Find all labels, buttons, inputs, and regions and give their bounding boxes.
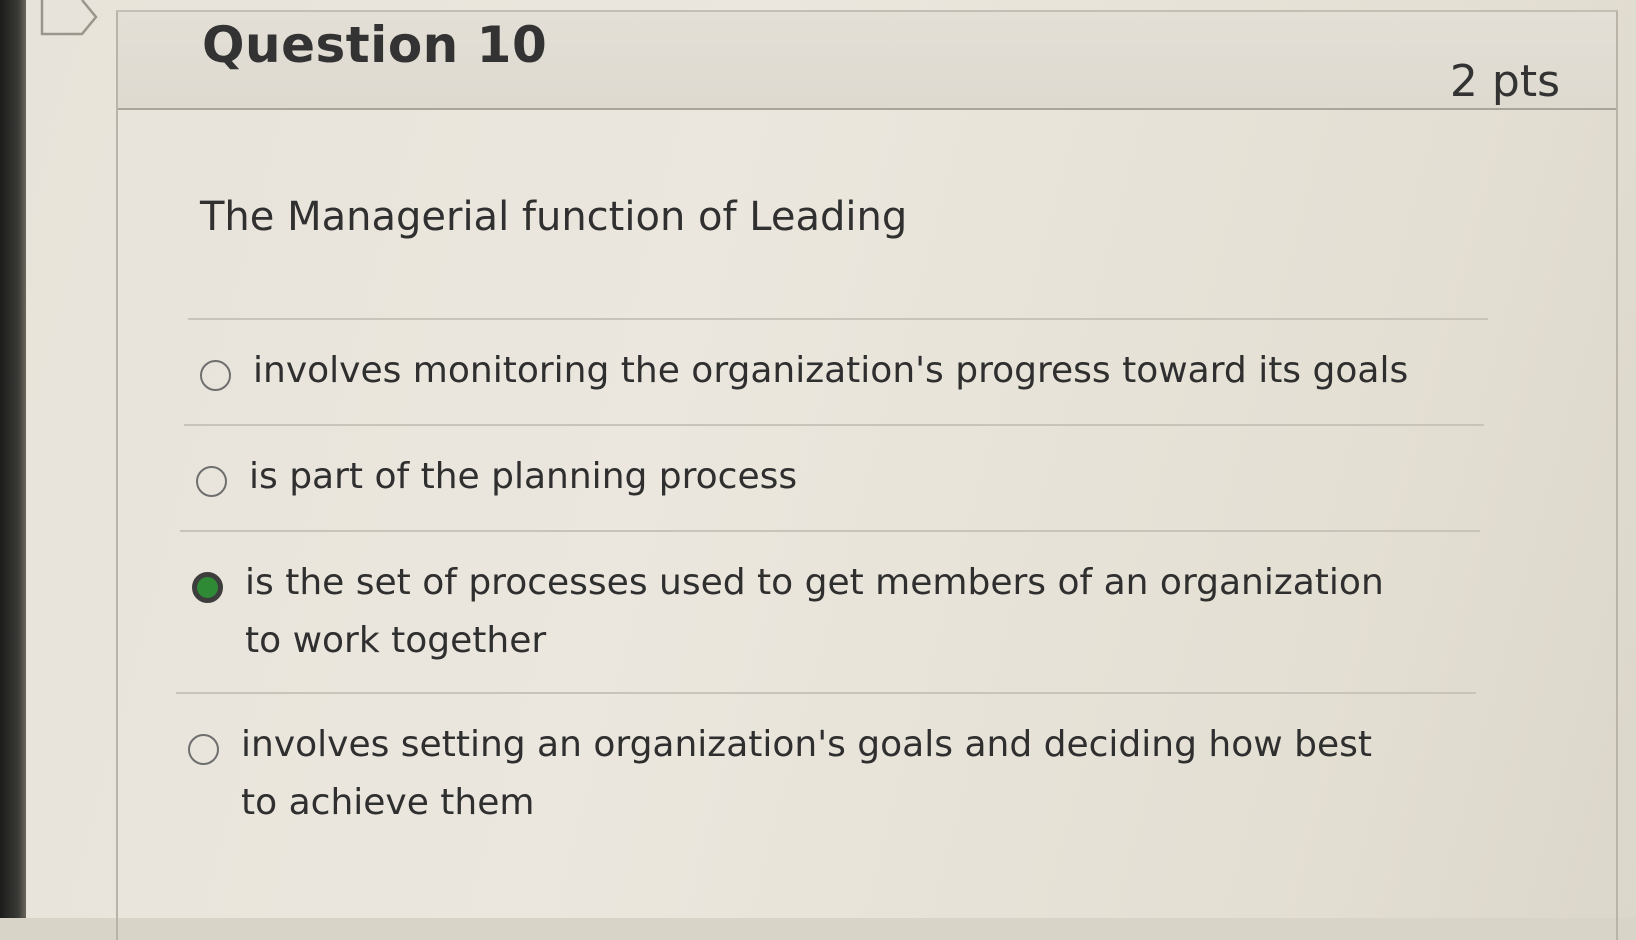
answer-option-3[interactable]: is the set of processes used to get memb… bbox=[192, 562, 1392, 670]
answer-option-2[interactable]: is part of the planning process bbox=[196, 456, 1496, 506]
answer-label: involves setting an organization's goals… bbox=[241, 724, 1372, 823]
answer-option-4[interactable]: involves setting an organization's goals… bbox=[188, 724, 1418, 832]
answer-label: involves monitoring the organization's p… bbox=[253, 350, 1409, 391]
quiz-page: Question 10 2 pts The Managerial functio… bbox=[26, 0, 1636, 940]
question-title: Question 10 bbox=[202, 16, 548, 74]
bookmark-flag-icon[interactable] bbox=[40, 0, 98, 38]
answer-label: is the set of processes used to get memb… bbox=[245, 562, 1384, 661]
divider bbox=[180, 530, 1480, 532]
radio-button-selected[interactable] bbox=[192, 572, 223, 603]
monitor-bezel bbox=[0, 0, 26, 918]
radio-button[interactable] bbox=[200, 360, 231, 391]
answer-label: is part of the planning process bbox=[249, 456, 798, 497]
question-prompt: The Managerial function of Leading bbox=[200, 194, 908, 240]
radio-button[interactable] bbox=[188, 734, 219, 765]
question-card: Question 10 2 pts The Managerial functio… bbox=[116, 10, 1618, 940]
answer-option-1[interactable]: involves monitoring the organization's p… bbox=[200, 350, 1500, 400]
radio-button[interactable] bbox=[196, 466, 227, 497]
question-points: 2 pts bbox=[1449, 56, 1560, 107]
divider bbox=[188, 318, 1488, 320]
question-header: Question 10 2 pts bbox=[118, 12, 1616, 110]
divider bbox=[184, 424, 1484, 426]
divider bbox=[176, 692, 1476, 694]
